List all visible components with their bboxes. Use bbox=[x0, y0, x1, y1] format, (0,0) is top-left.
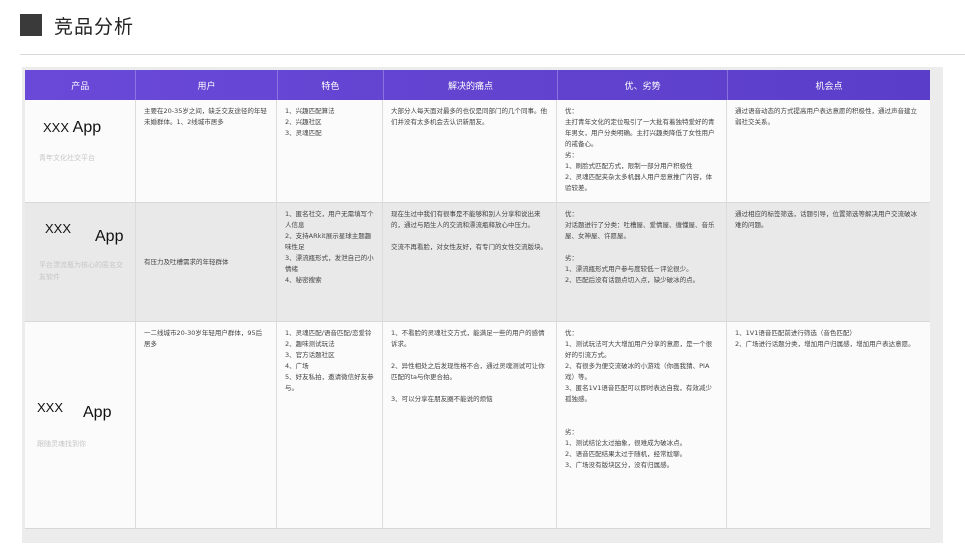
users-cell: 有压力及吐槽需求的年轻群体 bbox=[136, 203, 277, 321]
table-row: XXX App 青年文化社交平台 主要在20-35岁之间，缺乏交友途径的年轻未婚… bbox=[25, 100, 930, 203]
opportunity-cell: 1、1V1语音匹配前进行筛选（音色匹配） 2、广场进行话题分类，增加用户归属感，… bbox=[735, 329, 915, 348]
pain-points-cell: 1、不看脸的灵魂社交方式，能满足一些的用户的感情诉求。 2、异性相处之后发现性格… bbox=[383, 322, 557, 528]
product-name-app: App bbox=[95, 228, 124, 245]
product-name: XXX App bbox=[43, 119, 102, 136]
pros-cons-cell: 优： 对话题进行了分类：吐槽屋、爱情屋、缠懂屋、音乐屋、女神屋、许愿屋。 劣： … bbox=[557, 203, 727, 321]
product-cell: XXX App 青年文化社交平台 bbox=[25, 100, 136, 202]
product-name-xxx: XXX bbox=[37, 400, 64, 415]
table-row: XXX App 平台漂流瓶为核心的匿名交友软件 有压力及吐槽需求的年轻群体 1、… bbox=[25, 203, 930, 322]
header-product: 产品 bbox=[25, 70, 137, 100]
features-cell: 1、灵魂匹配/语音匹配/恋爱铃 2、趣味测试玩法 3、官方话题社区 4、广场 5… bbox=[277, 322, 383, 528]
table-header: 产品 用户 特色 解决的痛点 优、劣势 机会点 bbox=[25, 70, 930, 100]
pain-points-cell: 现在生过中我们有很事是不能够和别人分享和说出来的，通过与陌生人的交流和漂流瓶释放… bbox=[383, 203, 557, 321]
users-cell: 主要在20-35岁之间，缺乏交友途径的年轻未婚群体。1、2线城市居多 bbox=[136, 100, 277, 202]
product-tagline: 青年文化社交平台 bbox=[39, 154, 95, 162]
header-users: 用户 bbox=[136, 70, 278, 100]
pros-cons-cell: 优： 1、测试玩法可大大增加用户分享的意愿，是一个很好的引流方式。 2、有很多为… bbox=[557, 322, 727, 528]
product-name-app: App bbox=[83, 404, 112, 421]
users-cell: 一二线城市20-30岁年轻用户群体，95后居多 bbox=[136, 322, 277, 528]
competitor-table-image: 产品 用户 特色 解决的痛点 优、劣势 机会点 XXX App 青年文化社交平台… bbox=[22, 67, 943, 543]
features-cell: 1、兴趣匹配算法 2、兴趣社区 3、灵魂匹配 bbox=[277, 100, 383, 202]
page-title: 竞品分析 bbox=[54, 15, 135, 38]
header-pros-cons: 优、劣势 bbox=[558, 70, 729, 100]
table-row: XXX App 跟随灵魂找到你 一二线城市20-30岁年轻用户群体，95后居多 … bbox=[25, 322, 930, 529]
heading-marker bbox=[20, 14, 42, 36]
product-tagline: 平台漂流瓶为核心的匿名交友软件 bbox=[39, 261, 123, 281]
header-features: 特色 bbox=[278, 70, 385, 100]
opportunity-cell: 通过相应的标签筛选，话题引导，位置筛选等解决用户交流破冰难的问题。 bbox=[735, 210, 917, 229]
section-header: 竞品分析 bbox=[20, 10, 134, 40]
product-cell: XXX App 跟随灵魂找到你 bbox=[25, 322, 136, 528]
opportunity-cell: 通过语音动态的方式提高用户表达意愿的积极性，通过声音建立弱社交关系。 bbox=[735, 107, 917, 126]
header-pain-points: 解决的痛点 bbox=[384, 70, 559, 100]
product-cell: XXX App 平台漂流瓶为核心的匿名交友软件 bbox=[25, 203, 136, 321]
divider bbox=[20, 54, 965, 55]
header-opportunity: 机会点 bbox=[815, 81, 843, 92]
features-cell: 1、匿名社交，用户无需填写个人信息 2、支持ARkit展示星球主题趣味性足 3、… bbox=[277, 203, 383, 321]
pros-cons-cell: 优： 主打青年文化的定位吸引了一大批有着独特爱好的青年男女，用户分类明确。主打兴… bbox=[557, 100, 727, 202]
product-name-xxx: XXX bbox=[45, 221, 72, 236]
product-tagline: 跟随灵魂找到你 bbox=[37, 440, 86, 448]
pain-points-cell: 大部分人每天面对最多的也仅是同部门的几个同事。他们并没有太多机会去认识新朋友。 bbox=[383, 100, 557, 202]
competitor-table: 产品 用户 特色 解决的痛点 优、劣势 机会点 XXX App 青年文化社交平台… bbox=[25, 70, 930, 529]
